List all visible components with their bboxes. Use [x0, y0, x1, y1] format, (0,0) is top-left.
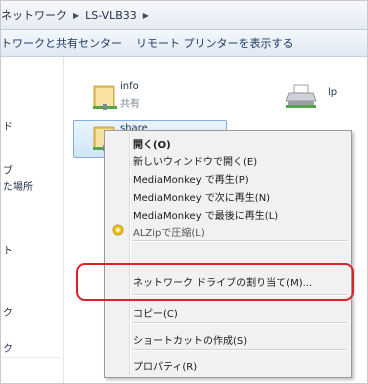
- menu-separator: [133, 240, 347, 242]
- folder-icon: [93, 85, 117, 110]
- nav-item[interactable]: た場所: [3, 178, 33, 193]
- nav-item[interactable]: ド: [3, 118, 13, 133]
- network-sharing-center-button[interactable]: トワークと共有センター: [1, 35, 132, 51]
- menu-item-mediamonkey-play-last[interactable]: MediaMonkey で最後に再生(L): [133, 207, 278, 222]
- alzip-icon: [112, 224, 124, 236]
- nav-item[interactable]: ト: [3, 242, 13, 257]
- nav-divider: [1, 357, 61, 358]
- breadcrumb-network[interactable]: ネットワーク: [1, 7, 69, 23]
- highlight-annotation: [76, 263, 354, 301]
- folder-item-info[interactable]: info 共有: [92, 81, 192, 115]
- menu-item-alzip[interactable]: ALZipで圧縮(L): [133, 224, 205, 239]
- printer-name: lp: [328, 87, 338, 98]
- menu-item-properties[interactable]: プロパティ(R): [133, 358, 197, 373]
- menu-item-open-new-window[interactable]: 新しいウィンドウで開く(E): [133, 153, 257, 168]
- command-bar: トワークと共有センター リモート プリンターを表示する: [1, 30, 367, 57]
- nav-item[interactable]: ブ: [3, 162, 13, 177]
- breadcrumb-arrow-icon[interactable]: ▶: [69, 11, 83, 20]
- menu-item-copy[interactable]: コピー(C): [133, 305, 178, 320]
- printer-icon: [286, 84, 317, 108]
- breadcrumb-ls-vlb33[interactable]: LS-VLB33: [83, 9, 139, 22]
- menu-item-open[interactable]: 開く(O): [133, 136, 171, 151]
- view-remote-printers-button[interactable]: リモート プリンターを表示する: [132, 35, 304, 51]
- printer-item-lp[interactable]: lp: [286, 83, 346, 117]
- nav-item[interactable]: ク: [3, 304, 13, 319]
- folder-name: info: [120, 81, 139, 92]
- folder-type: 共有: [120, 99, 140, 110]
- nav-item[interactable]: ク: [3, 340, 13, 355]
- menu-item-create-shortcut[interactable]: ショートカットの作成(S): [133, 332, 247, 347]
- navigation-pane: ド ブ た場所 ト ク ク: [1, 57, 64, 383]
- context-menu: 開く(O) 新しいウィンドウで開く(E) MediaMonkey で再生(P) …: [104, 130, 352, 378]
- address-bar[interactable]: ネットワーク ▶ LS-VLB33 ▶: [1, 1, 367, 30]
- menu-separator: [133, 322, 347, 324]
- breadcrumb-arrow-icon[interactable]: ▶: [139, 11, 153, 20]
- menu-item-mediamonkey-play-next[interactable]: MediaMonkey で次に再生(N): [133, 189, 270, 204]
- menu-item-mediamonkey-play[interactable]: MediaMonkey で再生(P): [133, 171, 249, 186]
- menu-separator: [133, 349, 347, 351]
- explorer-window: ネットワーク ▶ LS-VLB33 ▶ トワークと共有センター リモート プリン…: [0, 0, 368, 384]
